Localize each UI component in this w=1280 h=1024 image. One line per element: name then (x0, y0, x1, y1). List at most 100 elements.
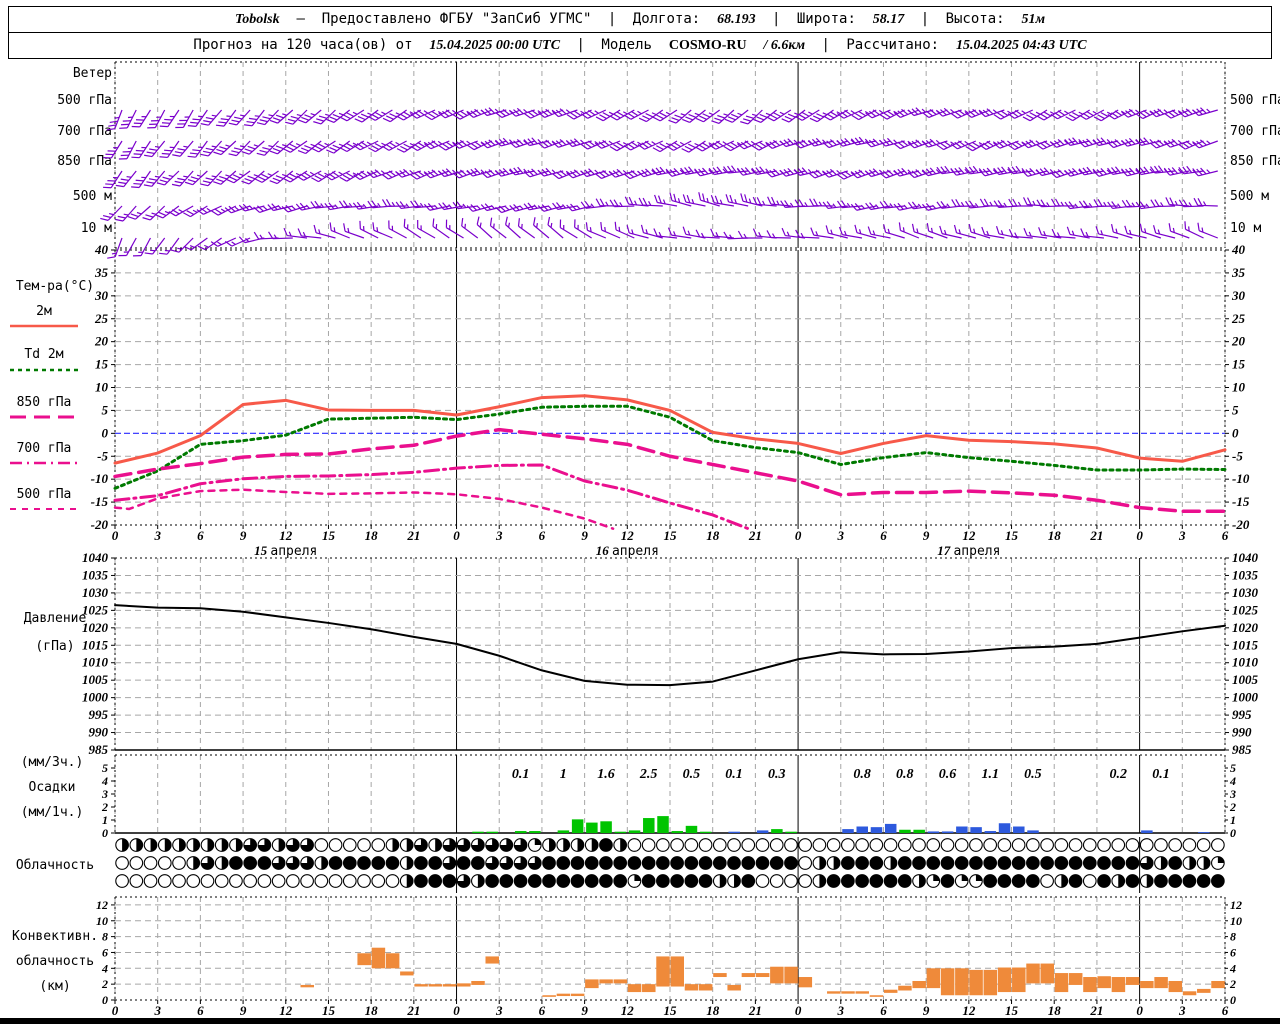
wind-barb-icon (396, 109, 422, 121)
longitude-label: Долгота: (632, 11, 701, 27)
cloud-cover-fill (221, 838, 228, 852)
wind-barb-icon (574, 219, 592, 239)
wind-barb-icon (979, 140, 1005, 150)
wind-barb-icon (131, 140, 151, 159)
legend-label-t700: 700 гПа (17, 441, 72, 456)
conv-cloud-bar (926, 968, 941, 989)
wind-barb-icon (381, 170, 407, 180)
pressure-axis-label-left: 985 (89, 742, 109, 757)
pressure-axis-label-right: 1020 (1232, 620, 1259, 635)
wind-barb-icon (409, 170, 436, 180)
cloud-cover-circle (157, 874, 172, 888)
wind-barb-icon (740, 109, 763, 125)
wind-barb-icon (1021, 139, 1048, 149)
header: Tobolsk — Предоставлено ФГБУ "ЗапСиб УГМ… (8, 6, 1272, 59)
wind-level-label-right: 500 гПа (1230, 93, 1280, 108)
temp-panel-title: Тем-ра(°C) (16, 279, 94, 294)
wind-barb-icon (766, 109, 792, 122)
cloud-cover-fill (656, 874, 670, 888)
cloud-cover-fill (912, 856, 926, 870)
cloud-cover-fill (898, 874, 912, 888)
wind-barb-icon (795, 229, 820, 239)
cloud-cover-circle (129, 874, 144, 888)
wind-barb-icon (595, 198, 621, 207)
hour-label: 12 (621, 528, 635, 543)
cloud-cover-circle (342, 838, 357, 852)
hour-label: 9 (923, 528, 930, 543)
hour-label-bottom: 18 (1048, 1003, 1062, 1018)
conv-axis-label-right: 8 (1230, 930, 1236, 944)
precip-axis-label-right: 3 (1229, 787, 1236, 801)
hour-label: 9 (240, 528, 247, 543)
precip-panel-title: Осадки (29, 780, 76, 795)
wind-barb-icon (284, 109, 308, 125)
cloud-cover-fill (563, 838, 570, 852)
conv-cloud-bar (471, 980, 485, 985)
cloud-cover-fill (1189, 856, 1196, 870)
cloud-cover-circle (954, 838, 969, 852)
wind-barb-icon (131, 170, 151, 189)
wind-barb-icon (926, 222, 948, 239)
hour-label-bottom: 12 (621, 1003, 635, 1018)
temp-axis-label-left: 40 (94, 242, 109, 257)
cloud-cover-circle (328, 874, 343, 888)
wind-barb-icon (523, 202, 550, 211)
conv-axis-label-left: 6 (102, 945, 108, 959)
hour-label-bottom: 3 (495, 1003, 503, 1018)
wind-barb-icon (1050, 169, 1076, 179)
precip-3h-total: 2.5 (639, 767, 658, 782)
cloud-cover-fill (549, 838, 556, 852)
cloud-cover-fill (329, 856, 342, 870)
cloud-cover-fill (414, 856, 428, 870)
precip-3h-total: 0.1 (725, 767, 743, 782)
cloud-cover-fill (1154, 874, 1168, 888)
cloud-cover-fill (193, 856, 200, 870)
hour-label: 12 (279, 528, 293, 543)
cloud-cover-circle (328, 838, 343, 852)
curve-t500 (113, 488, 615, 530)
conv-cloud-bar (442, 984, 457, 987)
wind-barb-icon (1078, 166, 1105, 176)
wind-barb-icon (466, 167, 493, 177)
wind-barb-icon (313, 109, 336, 125)
hour-label-bottom: 6 (1222, 1003, 1229, 1018)
cloud-panel-title: Облачность (16, 858, 94, 873)
hour-label-bottom: 6 (880, 1003, 887, 1018)
pressure-axis-label-right: 1015 (1232, 637, 1259, 652)
cloud-cover-circle (656, 838, 670, 852)
wind-barb-icon (353, 170, 379, 180)
cloud-cover-circle (1139, 838, 1154, 852)
temp-axis-label-right: 30 (1231, 288, 1246, 303)
wind-barb-icon (552, 108, 578, 118)
meteogram-page: Tobolsk — Предоставлено ФГБУ "ЗапСиб УГМ… (0, 0, 1280, 1024)
cloud-cover-fill (591, 838, 598, 852)
hour-label: 6 (1222, 528, 1229, 543)
wind-barb-icon (968, 224, 991, 239)
conv-cloud-bar (613, 979, 628, 984)
pressure-panel-units: (гПа) (35, 639, 74, 654)
wind-barb-icon (339, 140, 365, 153)
conv-axis-label-left: 4 (101, 961, 108, 975)
cloud-cover-fill (1126, 856, 1139, 870)
cloud-cover-fill (164, 838, 172, 852)
cloud-cover-circle (229, 874, 243, 888)
cloud-cover-fill (1069, 874, 1082, 888)
cloud-cover-fill (542, 856, 556, 870)
temp-axis-label-right: 10 (1232, 380, 1246, 395)
wind-barb-icon (256, 109, 279, 126)
temp-axis-label-right: 20 (1231, 334, 1246, 349)
temp-axis-label-left: 30 (94, 288, 109, 303)
provider-label: Предоставлено ФГБУ "ЗапСиб УГМС" (321, 11, 592, 27)
wind-barb-icon (1107, 166, 1133, 175)
precip-axis-label-left: 2 (101, 800, 108, 814)
wind-barb-icon (1095, 226, 1119, 239)
wind-barb-icon (424, 140, 450, 150)
cloud-cover-fill (1026, 874, 1040, 888)
cloud-cover-circle (940, 838, 955, 852)
cloud-cover-fill (1040, 856, 1054, 870)
separator: | (772, 11, 781, 27)
hour-label-bottom: 21 (748, 1003, 762, 1018)
pressure-axis-label-left: 1030 (82, 585, 109, 600)
cloud-cover-fill (656, 856, 670, 870)
temp-axis-label-right: -15 (1232, 494, 1250, 509)
